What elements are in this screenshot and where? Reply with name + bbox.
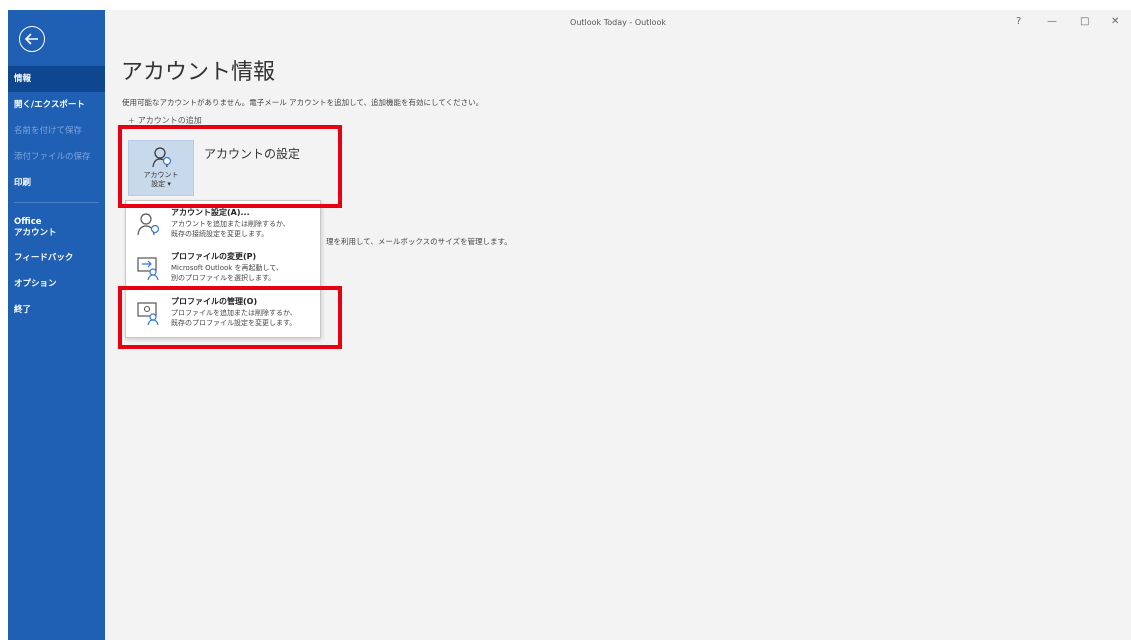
highlight-box-account-settings: [118, 125, 342, 208]
plus-icon: +: [128, 116, 135, 125]
menu-item-desc-line1: アカウントを追加または削除するか、: [171, 220, 290, 228]
back-button[interactable]: [19, 26, 45, 52]
maximize-button[interactable]: □: [1080, 16, 1089, 27]
account-settings-icon: [137, 213, 160, 236]
back-arrow-icon: [24, 33, 38, 45]
mailbox-cleanup-text: 理を利用して、メールボックスのサイズを管理します。: [326, 237, 512, 246]
office-account-label-1: Office: [14, 217, 42, 227]
sidebar-item-print[interactable]: 印刷: [8, 170, 105, 196]
menu-item-desc-line1: Microsoft Outlook を再起動して、: [171, 264, 284, 272]
change-profile-icon: [137, 257, 159, 281]
sidebar-nav: 情報 開く/エクスポート 名前を付けて保存 添付ファイルの保存 印刷 Offic…: [8, 66, 105, 323]
office-account-label-2: アカウント: [14, 228, 57, 238]
sidebar-item-options[interactable]: オプション: [8, 271, 105, 297]
menu-item-change-profile[interactable]: プロファイルの変更(P) Microsoft Outlook を再起動して、 別…: [126, 249, 320, 289]
menu-item-title: アカウント設定(A)...: [171, 208, 250, 217]
title-bar: Outlook Today - Outlook ? — □ ✕: [105, 10, 1131, 36]
sidebar-item-exit[interactable]: 終了: [8, 297, 105, 323]
sidebar-item-feedback[interactable]: フィードバック: [8, 245, 105, 271]
sidebar-item-info[interactable]: 情報: [8, 66, 105, 92]
sidebar-item-save-as[interactable]: 名前を付けて保存: [8, 118, 105, 144]
sidebar-item-open-export[interactable]: 開く/エクスポート: [8, 92, 105, 118]
backstage-sidebar: 情報 開く/エクスポート 名前を付けて保存 添付ファイルの保存 印刷 Offic…: [8, 10, 105, 640]
highlight-box-manage-profiles: [118, 286, 342, 349]
window-title: Outlook Today - Outlook: [570, 18, 666, 27]
menu-item-description: アカウントを追加または削除するか、 既存の接続設定を変更します。: [171, 220, 290, 239]
page-description: 使用可能なアカウントがありません。電子メール アカウントを追加して、追加機能を有…: [122, 98, 484, 107]
minimize-button[interactable]: —: [1047, 16, 1057, 27]
menu-item-account-settings[interactable]: アカウント設定(A)... アカウントを追加または削除するか、 既存の接続設定を…: [126, 205, 320, 245]
add-account-label: アカウントの追加: [137, 116, 202, 125]
sidebar-item-save-attachments[interactable]: 添付ファイルの保存: [8, 144, 105, 170]
menu-item-title: プロファイルの変更(P): [171, 252, 257, 261]
sidebar-divider: [14, 202, 99, 203]
menu-item-desc-line2: 既存の接続設定を変更します。: [171, 229, 269, 238]
menu-item-desc-line2: 別のプロファイルを選択します。: [171, 273, 276, 282]
menu-item-description: Microsoft Outlook を再起動して、 別のプロファイルを選択します…: [171, 264, 283, 283]
help-button[interactable]: ?: [1016, 16, 1021, 27]
sidebar-item-office-account[interactable]: Office アカウント: [8, 213, 105, 245]
page-title: アカウント情報: [121, 60, 276, 85]
close-button[interactable]: ✕: [1111, 16, 1119, 27]
